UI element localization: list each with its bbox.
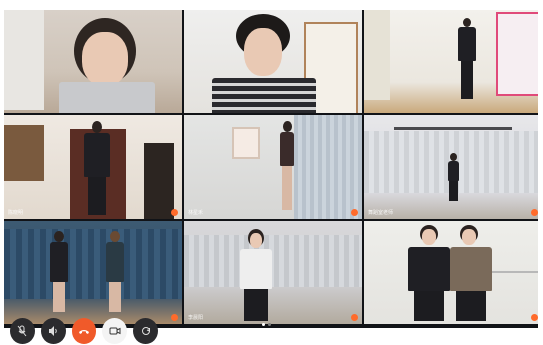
participant-head xyxy=(54,231,64,242)
participant-torso xyxy=(84,133,110,177)
participant-legs xyxy=(461,61,473,99)
participant-face xyxy=(82,32,128,86)
participant-torso xyxy=(408,247,450,291)
participant-torso xyxy=(50,242,68,282)
background-mirror xyxy=(496,12,538,96)
hang-up-button[interactable] xyxy=(71,318,97,344)
mic-badge-icon xyxy=(531,209,538,216)
video-grid: 陈晓明 林星禾 舞蹈室老师 李晨阳 xyxy=(4,10,538,328)
participant-head xyxy=(463,18,471,27)
participant-name: 陈晓明 xyxy=(8,210,24,216)
participant-legs xyxy=(53,282,65,312)
video-tile-9[interactable] xyxy=(364,221,538,324)
participant-torso xyxy=(106,242,124,282)
background-window xyxy=(4,10,44,110)
switch-camera-button[interactable] xyxy=(133,318,158,344)
background-curtain xyxy=(294,115,362,219)
video-tile-8[interactable]: 李晨阳 xyxy=(184,221,362,324)
background-window xyxy=(364,10,390,100)
participant-torso xyxy=(450,247,492,291)
participant-head xyxy=(110,231,120,242)
participant-torso xyxy=(240,249,272,289)
video-tile-4[interactable]: 陈晓明 xyxy=(4,115,182,219)
participant-head xyxy=(283,121,292,132)
participant-legs xyxy=(109,282,121,312)
participant-name: 舞蹈室老师 xyxy=(368,210,394,216)
participant-torso xyxy=(458,27,476,61)
page-dot-1[interactable] xyxy=(262,323,265,326)
participant-legs xyxy=(282,166,292,210)
participant-torso xyxy=(59,82,155,113)
participant-legs xyxy=(88,177,106,215)
video-tile-3[interactable] xyxy=(364,10,538,113)
microphone-off-icon xyxy=(18,325,27,337)
camera-button[interactable] xyxy=(102,318,128,344)
ceiling-light-bar xyxy=(394,127,512,130)
speaker-button[interactable] xyxy=(40,318,66,344)
mic-badge-icon xyxy=(171,209,178,216)
video-tile-1[interactable] xyxy=(4,10,182,113)
background-cabinet xyxy=(4,125,44,181)
background-curtain xyxy=(184,235,362,287)
participant-face xyxy=(250,233,262,248)
background-curtain xyxy=(4,229,182,299)
participant-head xyxy=(450,153,457,161)
camera-icon xyxy=(109,327,121,335)
page-indicator[interactable] xyxy=(262,323,271,326)
mic-badge-icon xyxy=(351,209,358,216)
mic-badge-icon xyxy=(171,314,178,321)
phone-hangup-icon xyxy=(78,330,89,334)
video-call-screen: 陈晓明 林星禾 舞蹈室老师 李晨阳 xyxy=(4,10,538,328)
switch-camera-icon xyxy=(141,327,150,335)
mute-button[interactable] xyxy=(10,318,35,344)
video-tile-6[interactable]: 舞蹈室老师 xyxy=(364,115,538,219)
participant-name: 林星禾 xyxy=(188,210,204,216)
participant-legs xyxy=(244,289,268,321)
participant-legs xyxy=(449,181,458,201)
participant-torso xyxy=(212,78,316,113)
participant-legs xyxy=(456,291,486,321)
participant-torso xyxy=(280,132,294,166)
participant-name: 李晨阳 xyxy=(188,315,204,321)
participant-face xyxy=(244,28,282,76)
participant-face xyxy=(462,229,476,245)
mic-badge-icon xyxy=(531,314,538,321)
speaker-icon xyxy=(49,326,57,336)
participant-torso xyxy=(448,161,459,181)
video-tile-2[interactable] xyxy=(184,10,362,113)
background-doorway xyxy=(144,143,174,219)
page-dot-2[interactable] xyxy=(268,323,271,326)
call-controls xyxy=(10,317,158,345)
mic-badge-icon xyxy=(351,314,358,321)
background-picture xyxy=(232,127,260,159)
participant-head xyxy=(92,121,102,133)
video-tile-5[interactable]: 林星禾 xyxy=(184,115,362,219)
participant-legs xyxy=(414,291,444,321)
video-tile-7[interactable] xyxy=(4,221,182,324)
participant-face xyxy=(422,229,436,245)
